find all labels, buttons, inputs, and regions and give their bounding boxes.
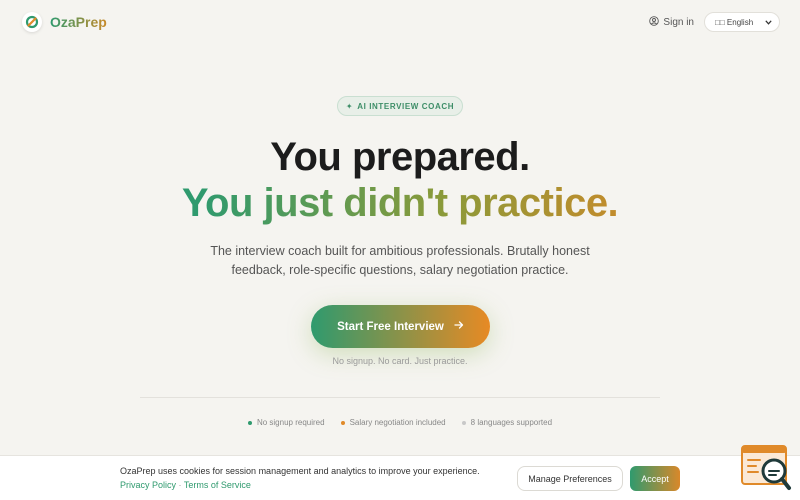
- ozaprep-logo-icon: [22, 12, 42, 32]
- hero-badge: ✦ AI INTERVIEW COACH: [337, 96, 463, 116]
- brand-name: OzaPrep: [50, 14, 107, 30]
- hero-subtitle-line1: The interview coach built for ambitious …: [210, 244, 590, 258]
- feature-label: No signup required: [256, 418, 325, 427]
- user-circle-icon: [649, 15, 660, 29]
- hero-title-line2: You just didn't practice.: [0, 181, 800, 226]
- language-flag-icon: □□: [715, 17, 725, 27]
- language-label: English: [726, 17, 754, 27]
- feature-label: 8 languages supported: [470, 418, 553, 427]
- signin-link[interactable]: Sign in: [649, 15, 694, 29]
- feature-item: No signup required: [247, 418, 325, 427]
- language-selected: □□ English: [715, 18, 753, 27]
- terms-of-service-link[interactable]: Terms of Service: [184, 480, 251, 490]
- hero-title-word: didn't: [343, 181, 448, 225]
- feature-item: Salary negotiation included: [340, 418, 446, 427]
- header-actions: Sign in □□ English: [649, 12, 780, 32]
- feature-dot-icon: [340, 420, 345, 425]
- feature-dot-icon: [247, 420, 252, 425]
- cookie-links: Privacy Policy · Terms of Service: [120, 480, 251, 490]
- hero-subtitle: The interview coach built for ambitious …: [200, 242, 600, 280]
- signin-label: Sign in: [663, 16, 694, 28]
- site-header: OzaPrep Sign in □□ English: [0, 0, 800, 44]
- sparkle-icon: ✦: [345, 101, 354, 111]
- link-separator: ·: [178, 480, 182, 490]
- hero-subtitle-line2: feedback, role-specific questions, salar…: [231, 263, 569, 277]
- hero-title-line1: You prepared.: [270, 135, 530, 179]
- start-interview-button[interactable]: Start Free Interview: [311, 305, 490, 348]
- manage-preferences-button[interactable]: Manage Preferences: [517, 466, 623, 491]
- hero-title-word: practice.: [458, 181, 619, 225]
- chat-search-widget-icon[interactable]: [740, 444, 792, 492]
- feature-label: Salary negotiation included: [349, 418, 446, 427]
- feature-list: No signup required Salary negotiation in…: [0, 418, 800, 427]
- cta-note: No signup. No card. Just practice.: [332, 356, 468, 366]
- feature-item: 8 languages supported: [461, 418, 553, 427]
- chevron-down-icon: [765, 18, 772, 27]
- privacy-policy-link[interactable]: Privacy Policy: [120, 480, 176, 490]
- cookie-banner: OzaPrep uses cookies for session managem…: [0, 455, 800, 500]
- cookie-message: OzaPrep uses cookies for session managem…: [120, 466, 480, 476]
- accept-cookies-button[interactable]: Accept: [630, 466, 680, 491]
- feature-dot-icon: [461, 420, 466, 425]
- brand[interactable]: OzaPrep: [22, 12, 107, 32]
- hero-title-word: just: [263, 181, 333, 225]
- hero-badge-label: AI INTERVIEW COACH: [357, 101, 455, 111]
- start-interview-label: Start Free Interview: [337, 320, 444, 333]
- language-select[interactable]: □□ English: [704, 12, 780, 32]
- divider: [140, 397, 660, 398]
- hero-title-word: You: [181, 181, 253, 225]
- arrow-right-icon: [454, 320, 464, 333]
